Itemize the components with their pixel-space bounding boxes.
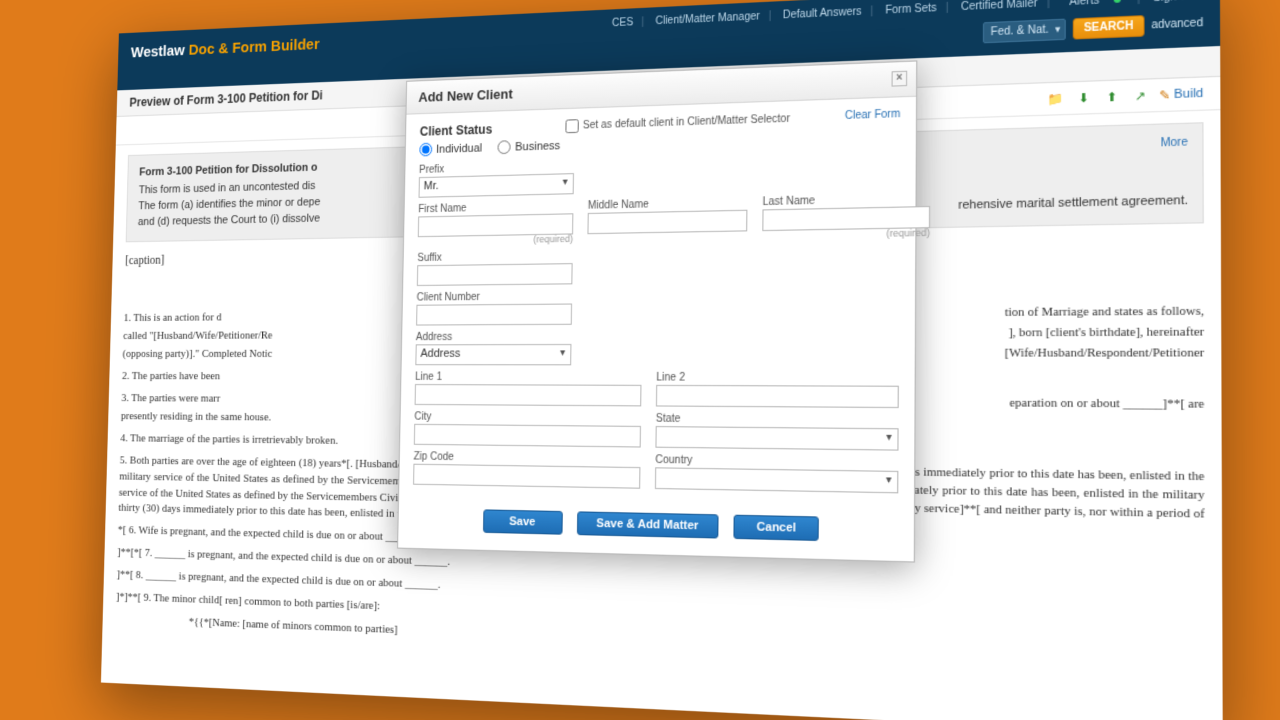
radio-business[interactable]: Business — [498, 139, 560, 154]
doc-line: eparation on or about ______]**[ are — [1009, 395, 1204, 414]
modal-title: Add New Client — [418, 86, 513, 105]
search-button[interactable]: SEARCH — [1073, 15, 1144, 39]
doc-line: (opposing party)]." Completed Notic — [122, 347, 272, 363]
default-client-label: Set as default client in Client/Matter S… — [583, 113, 790, 132]
clear-form-link[interactable]: Clear Form — [845, 108, 900, 122]
build-button[interactable]: Build — [1159, 86, 1203, 102]
nav-certified-mailer[interactable]: Certified Mailer — [961, 0, 1038, 13]
doc-line: 1. This is an action for d — [123, 310, 290, 327]
app-window: Westlaw Doc & Form Builder CES| Client/M… — [101, 0, 1223, 720]
doc-line: ], born [client's birthdate], hereinafte… — [1008, 324, 1204, 343]
suffix-label: Suffix — [417, 250, 573, 264]
radio-individual-input[interactable] — [419, 143, 432, 157]
address-type-select[interactable]: Address — [415, 344, 571, 365]
radio-business-input[interactable] — [498, 140, 511, 154]
alert-indicator-icon — [1113, 0, 1120, 3]
radio-individual[interactable]: Individual — [419, 141, 482, 156]
upload-icon[interactable]: ⬆ — [1102, 87, 1121, 106]
state-select[interactable] — [655, 426, 898, 451]
brand-primary: Westlaw — [131, 42, 185, 61]
save-add-matter-button[interactable]: Save & Add Matter — [577, 511, 719, 538]
info-tail: rehensive marital settlement agreement. — [958, 192, 1188, 215]
doc-line: tion of Marriage and states as follows, — [1005, 303, 1204, 322]
search-scope-select[interactable]: Fed. & Nat. — [983, 19, 1067, 44]
doc-line: [Wife/Husband/Respondent/Petitioner — [1005, 345, 1205, 364]
line1-input[interactable] — [415, 384, 642, 406]
nav-sign-off[interactable]: Sign Off — [1153, 0, 1196, 5]
client-number-input[interactable] — [416, 303, 572, 325]
nav-ces[interactable]: CES — [612, 17, 633, 30]
brand-logo: Westlaw Doc & Form Builder — [131, 36, 320, 62]
folder-icon[interactable]: 📁 — [1046, 89, 1065, 108]
info-line: and (d) requests the Court to (i) dissol… — [138, 211, 320, 231]
search-bar: Fed. & Nat. SEARCH advanced — [983, 12, 1204, 43]
city-input[interactable] — [414, 424, 641, 448]
nav-form-sets[interactable]: Form Sets — [885, 2, 937, 16]
line1-label: Line 1 — [415, 371, 642, 383]
add-client-modal: Add New Client × Clear Form Set as defau… — [397, 60, 917, 562]
brand-secondary: Doc & Form Builder — [188, 36, 319, 59]
first-name-required: (required) — [418, 233, 573, 246]
line2-input[interactable] — [656, 385, 899, 408]
city-label: City — [414, 411, 641, 425]
nav-alerts[interactable]: Alerts — [1062, 0, 1127, 9]
doc-line: called "[Husband/Wife/Petitioner/Re — [123, 328, 273, 345]
suffix-input[interactable] — [417, 263, 573, 286]
info-more-link[interactable]: More — [1160, 135, 1187, 152]
modal-close-button[interactable]: × — [892, 71, 908, 87]
prefix-select[interactable]: Mr. — [419, 173, 574, 198]
country-select[interactable] — [655, 467, 898, 493]
nav-client-matter[interactable]: Client/Matter Manager — [655, 11, 760, 28]
search-advanced-link[interactable]: advanced — [1151, 17, 1203, 32]
zip-input[interactable] — [413, 464, 640, 489]
save-button[interactable]: Save — [483, 509, 563, 534]
client-number-label: Client Number — [417, 291, 573, 304]
nav-default-answers[interactable]: Default Answers — [783, 6, 862, 22]
doc-line: 3. The parties were marr — [121, 391, 220, 408]
line2-label: Line 2 — [656, 372, 899, 385]
last-name-required: (required) — [762, 227, 930, 241]
download-icon[interactable]: ⬇ — [1074, 88, 1093, 107]
share-icon[interactable]: ↗ — [1131, 86, 1150, 105]
address-label: Address — [416, 331, 572, 343]
default-client-checkbox-input[interactable] — [565, 119, 578, 133]
state-label: State — [656, 413, 899, 427]
cancel-button[interactable]: Cancel — [734, 515, 819, 541]
modal-body: Clear Form Set as default client in Clie… — [399, 97, 916, 505]
middle-name-input[interactable] — [587, 210, 747, 235]
